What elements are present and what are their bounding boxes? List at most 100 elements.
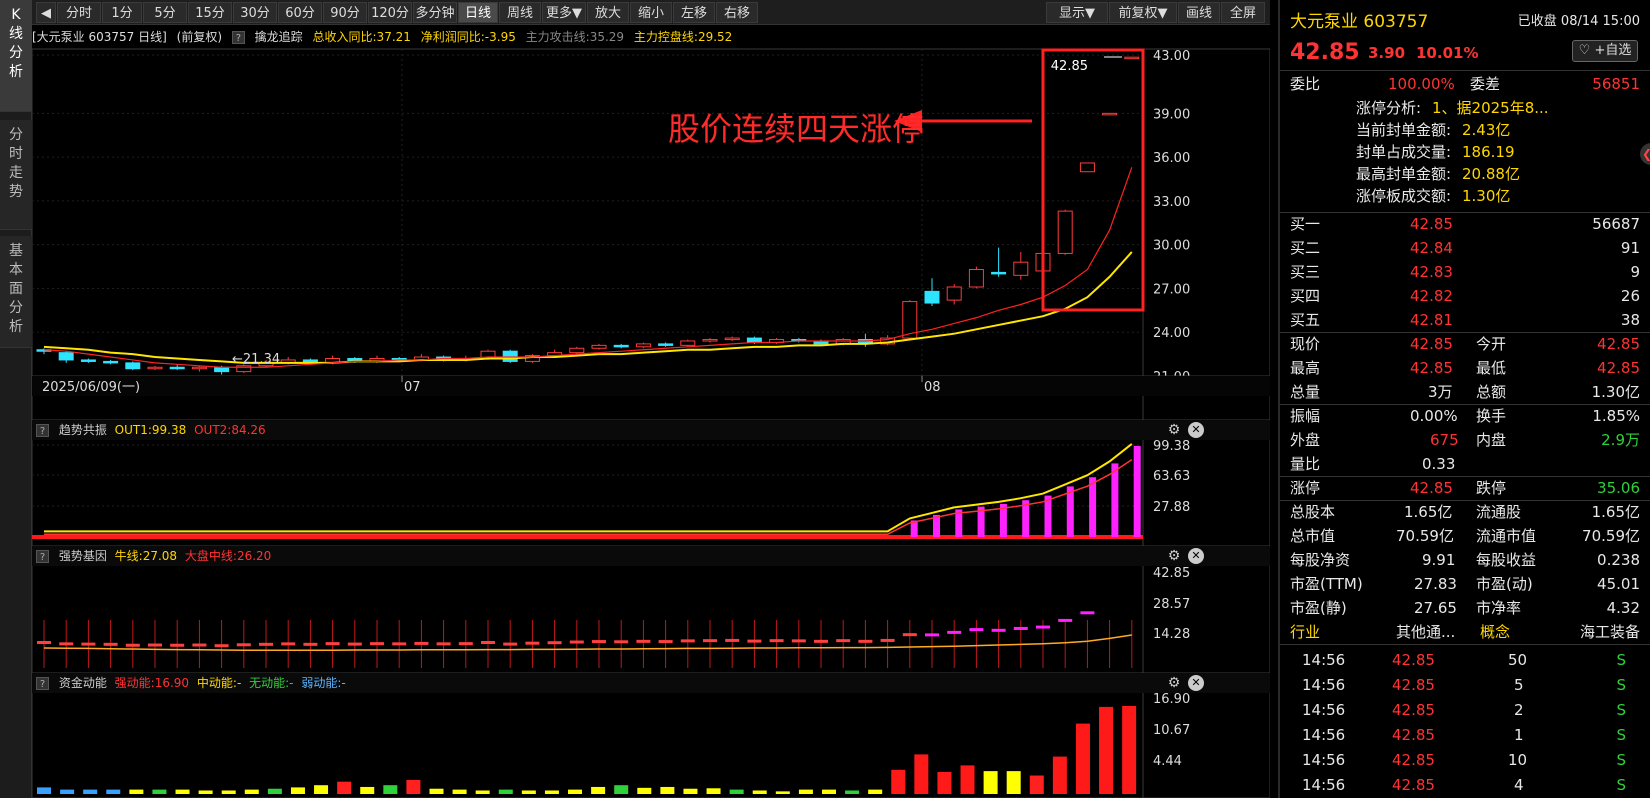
quote-cell: 42.85 — [1597, 359, 1640, 377]
strength-bar — [769, 639, 784, 643]
quote-cell: 91 — [1620, 239, 1640, 257]
strength-bar — [658, 640, 673, 644]
quote-cell: 42.82 — [1410, 287, 1453, 305]
close-icon[interactable]: ✕ — [1188, 675, 1204, 691]
fund-bar — [591, 786, 606, 794]
weak-energy: 弱动能:- — [301, 676, 346, 690]
quote-cell: 14:56 — [1302, 651, 1346, 669]
quote-cell: 总额 — [1476, 383, 1507, 401]
fund-bar — [1052, 756, 1067, 794]
quote-cell: 4 — [1514, 776, 1524, 794]
quote-row: 市盈(TTM) 27.83 市盈(动) 45.01 — [1280, 572, 1650, 596]
fund-bar — [175, 789, 190, 794]
panel-name[interactable]: 强势基因 — [59, 549, 107, 563]
help-icon[interactable]: ? — [36, 424, 49, 437]
no-energy: 无动能:- — [249, 676, 294, 690]
settings-icon[interactable]: ⚙ — [1166, 422, 1182, 438]
candle-body — [58, 352, 74, 361]
quote-row: 涨停 42.85 跌停 35.06 — [1280, 476, 1650, 500]
strength-bar — [81, 642, 96, 646]
quote-cell: 今开 — [1476, 335, 1507, 353]
quote-cell: 总股本 — [1290, 503, 1336, 521]
close-icon[interactable]: ✕ — [1188, 548, 1204, 564]
tab-timeshare[interactable]: 分时走势 — [0, 120, 32, 230]
y-tick: 63.63 — [1153, 469, 1190, 484]
fund-bar — [637, 787, 652, 794]
trend-bar — [1089, 477, 1097, 537]
close-icon[interactable]: ✕ — [1188, 422, 1204, 438]
fund-bar — [660, 786, 675, 794]
strength-bar — [1058, 618, 1073, 622]
candle-body — [1057, 210, 1073, 254]
strength-bar — [347, 642, 362, 646]
panel-name[interactable]: 资金动能 — [59, 676, 107, 690]
quote-cell: 1.65亿 — [1404, 503, 1453, 521]
strong-energy: 强动能:16.90 — [114, 676, 190, 690]
y-tick: 28.57 — [1153, 597, 1190, 612]
fund-bar — [521, 790, 536, 794]
quote-row: 委比 100.00% 委差 56851 — [1280, 72, 1650, 96]
settings-icon[interactable]: ⚙ — [1166, 548, 1182, 564]
panel-strength-header: ? 强势基因 牛线:27.08 大盘中线:26.20 — [32, 546, 1270, 566]
quote-row: 买三 42.83 9 — [1280, 260, 1650, 284]
quote-row: 市盈(静) 27.65 市净率 4.32 — [1280, 596, 1650, 620]
quote-cell: 42.85 — [1392, 676, 1435, 694]
quote-cell: 3万 — [1428, 383, 1453, 401]
help-icon[interactable]: ? — [36, 677, 49, 690]
strength-bar — [569, 640, 584, 644]
strength-bar — [636, 639, 651, 643]
strength-bar — [303, 642, 318, 646]
fund-bar — [129, 789, 144, 794]
quote-cell: 14:56 — [1302, 726, 1346, 744]
fund-bar — [198, 790, 213, 794]
strength-bar — [325, 642, 340, 646]
quote-row: 涨停分析: 1、据2025年8... — [1280, 96, 1650, 120]
quote-row: 行业 其他通... 概念 海工装备 — [1280, 620, 1650, 644]
settings-icon[interactable]: ⚙ — [1166, 675, 1182, 691]
x-label: 08 — [924, 380, 941, 395]
quote-cell: S — [1616, 726, 1626, 744]
change-pct: 10.01% — [1416, 44, 1479, 62]
fund-bar — [452, 789, 467, 794]
fund-bar — [244, 789, 259, 794]
quote-cell: 每股净资 — [1290, 551, 1351, 569]
candle-body — [1079, 162, 1095, 173]
strength-bar — [59, 642, 74, 646]
quote-cell: 1 — [1514, 726, 1524, 744]
quote-cell: 概念 — [1480, 623, 1511, 641]
strength-bar — [481, 640, 495, 644]
y-tick: 30.00 — [1153, 239, 1190, 254]
quote-cell: 14:56 — [1302, 701, 1346, 719]
help-icon[interactable]: ? — [36, 550, 49, 563]
tab-kline[interactable]: K线分析 — [0, 0, 32, 112]
change: 3.90 — [1368, 44, 1406, 62]
quote-cell: 70.59亿 — [1396, 527, 1454, 545]
strength-bar — [592, 640, 606, 644]
quote-row: 每股净资 9.91 每股收益 0.238 — [1280, 548, 1650, 572]
strength-bar — [1080, 611, 1095, 615]
add-watchlist-button[interactable]: ♡ +自选 — [1572, 40, 1638, 62]
strength-bar — [281, 642, 296, 646]
strength-bar — [37, 640, 51, 644]
candle-body — [635, 343, 651, 348]
panel-name[interactable]: 趋势共振 — [59, 423, 107, 437]
annotation-text: 股价连续四天涨停 — [668, 110, 925, 148]
quote-row: 振幅 0.00% 换手 1.85% — [1280, 404, 1650, 428]
tab-fundamental[interactable]: 基本面分析 — [0, 236, 32, 348]
strength-bar — [148, 643, 162, 647]
y-tick: 16.90 — [1153, 692, 1190, 707]
quote-cell: 56851 — [1592, 75, 1640, 93]
strength-bar — [103, 642, 118, 646]
quote-cell: S — [1616, 651, 1626, 669]
quote-cell: 涨停板成交额: — [1356, 187, 1452, 205]
fund-bar — [383, 785, 398, 794]
quote-cell: 4.32 — [1606, 599, 1640, 617]
quote-cell: 买五 — [1290, 311, 1321, 329]
quote-row: 14:56 42.85 4 S — [1280, 773, 1650, 797]
y-tick: 33.00 — [1153, 195, 1190, 210]
strength-bar — [902, 633, 917, 637]
quote-cell: 56687 — [1592, 215, 1640, 233]
quote-cell: 市净率 — [1476, 599, 1522, 617]
fund-bar — [152, 789, 167, 794]
strength-bar — [969, 628, 984, 632]
